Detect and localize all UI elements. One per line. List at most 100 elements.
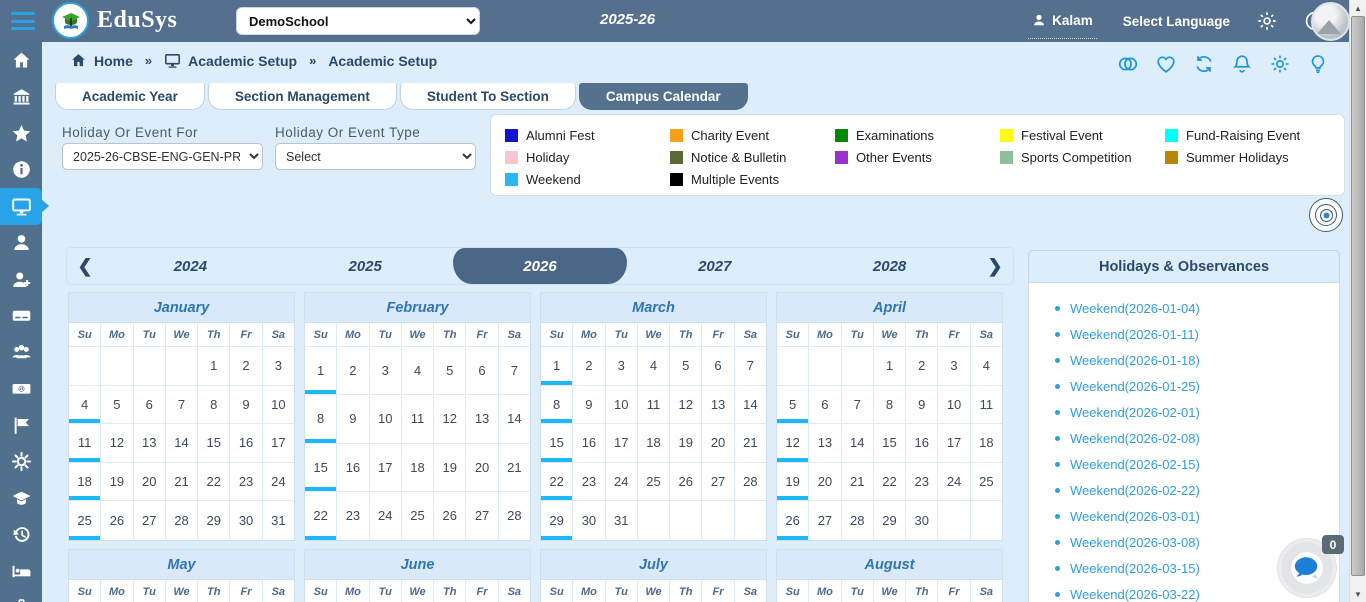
day-cell[interactable]: 27	[702, 463, 734, 502]
day-cell[interactable]: 21	[735, 424, 766, 463]
day-cell[interactable]: 3	[938, 347, 970, 386]
day-cell[interactable]: 10	[370, 395, 402, 443]
day-cell[interactable]: 5	[670, 347, 702, 386]
day-cell[interactable]: 9	[337, 395, 369, 443]
day-cell[interactable]: 19	[434, 444, 466, 492]
day-cell[interactable]	[777, 347, 809, 386]
day-cell[interactable]: 4	[638, 347, 670, 386]
day-cell[interactable]: 11	[971, 386, 1002, 425]
day-cell[interactable]: 14	[735, 386, 766, 425]
gear-icon[interactable]	[1269, 53, 1291, 75]
day-cell[interactable]: 18	[69, 463, 101, 502]
day-cell[interactable]: 10	[938, 386, 970, 425]
heart-icon[interactable]	[1155, 53, 1177, 75]
day-cell[interactable]: 21	[842, 463, 874, 502]
day-cell[interactable]	[134, 347, 166, 386]
day-cell[interactable]: 23	[230, 463, 262, 502]
day-cell[interactable]: 20	[809, 463, 841, 502]
day-cell[interactable]: 13	[809, 424, 841, 463]
day-cell[interactable]: 7	[166, 386, 198, 425]
day-cell[interactable]: 6	[466, 347, 498, 395]
day-cell[interactable]: 18	[971, 424, 1002, 463]
day-cell[interactable]	[735, 501, 766, 540]
sidebar-item-home[interactable]	[0, 42, 42, 79]
day-cell[interactable]	[702, 501, 734, 540]
day-cell[interactable]: 25	[402, 492, 434, 540]
day-cell[interactable]: 31	[606, 501, 638, 540]
day-cell[interactable]: 27	[809, 501, 841, 540]
event-for-select[interactable]: 2025-26-CBSE-ENG-GEN-PRIM	[62, 143, 263, 170]
day-cell[interactable]: 15	[198, 424, 230, 463]
day-cell[interactable]	[670, 501, 702, 540]
day-cell[interactable]	[101, 347, 133, 386]
day-cell[interactable]: 25	[69, 501, 101, 540]
year-tab-2027[interactable]: 2027	[627, 248, 802, 284]
sidebar-item-academics[interactable]	[0, 480, 42, 517]
day-cell[interactable]: 12	[434, 395, 466, 443]
day-cell[interactable]: 15	[305, 444, 337, 492]
day-cell[interactable]: 19	[670, 424, 702, 463]
year-tab-2028[interactable]: 2028	[802, 248, 977, 284]
day-cell[interactable]: 16	[906, 424, 938, 463]
day-cell[interactable]: 19	[101, 463, 133, 502]
day-cell[interactable]: 22	[874, 463, 906, 502]
day-cell[interactable]: 1	[874, 347, 906, 386]
day-cell[interactable]: 4	[69, 386, 101, 425]
day-cell[interactable]: 9	[573, 386, 605, 425]
holiday-link[interactable]: Weekend(2026-03-01)	[1055, 503, 1329, 529]
holiday-link[interactable]: Weekend(2026-02-22)	[1055, 477, 1329, 503]
sidebar-item-history[interactable]	[0, 517, 42, 554]
day-cell[interactable]: 5	[777, 386, 809, 425]
day-cell[interactable]: 15	[541, 424, 573, 463]
day-cell[interactable]: 8	[198, 386, 230, 425]
sidebar-item-id-cards[interactable]	[0, 298, 42, 335]
day-cell[interactable]: 28	[499, 492, 530, 540]
day-cell[interactable]: 2	[230, 347, 262, 386]
day-cell[interactable]: 23	[906, 463, 938, 502]
sidebar-item-students[interactable]	[0, 225, 42, 262]
sidebar-item-info[interactable]	[0, 152, 42, 189]
vertical-scrollbar[interactable]: ▲ ▼	[1349, 0, 1366, 602]
target-bullseye-icon[interactable]	[1309, 198, 1343, 232]
tab-campus-calendar[interactable]: Campus Calendar	[579, 83, 748, 110]
brand-logo[interactable]: EduSys	[52, 2, 177, 39]
day-cell[interactable]: 14	[166, 424, 198, 463]
day-cell[interactable]: 1	[198, 347, 230, 386]
holiday-link[interactable]: Weekend(2026-01-11)	[1055, 321, 1329, 347]
day-cell[interactable]: 8	[305, 395, 337, 443]
day-cell[interactable]	[809, 347, 841, 386]
next-year-arrow-icon[interactable]: ❯	[977, 248, 1013, 284]
scrollbar-thumb[interactable]	[1351, 16, 1365, 576]
day-cell[interactable]: 26	[777, 501, 809, 540]
sidebar-item-reports[interactable]	[0, 407, 42, 444]
day-cell[interactable]: 27	[466, 492, 498, 540]
day-cell[interactable]: 24	[263, 463, 294, 502]
day-cell[interactable]: 3	[263, 347, 294, 386]
day-cell[interactable]: 29	[874, 501, 906, 540]
hamburger-menu-icon[interactable]	[11, 12, 35, 30]
breadcrumb-item[interactable]: Academic Setup	[164, 52, 297, 69]
day-cell[interactable]: 10	[606, 386, 638, 425]
day-cell[interactable]: 17	[370, 444, 402, 492]
day-cell[interactable]: 21	[499, 444, 530, 492]
day-cell[interactable]	[69, 347, 101, 386]
day-cell[interactable]: 30	[906, 501, 938, 540]
holiday-link[interactable]: Weekend(2026-02-15)	[1055, 451, 1329, 477]
day-cell[interactable]: 17	[938, 424, 970, 463]
day-cell[interactable]: 10	[263, 386, 294, 425]
day-cell[interactable]: 7	[842, 386, 874, 425]
day-cell[interactable]: 18	[638, 424, 670, 463]
select-language-link[interactable]: Select Language	[1123, 14, 1230, 29]
day-cell[interactable]	[166, 347, 198, 386]
day-cell[interactable]: 2	[337, 347, 369, 395]
day-cell[interactable]: 16	[337, 444, 369, 492]
sidebar-item-settings[interactable]	[0, 444, 42, 481]
day-cell[interactable]: 20	[466, 444, 498, 492]
day-cell[interactable]: 5	[434, 347, 466, 395]
day-cell[interactable]: 11	[638, 386, 670, 425]
bell-icon[interactable]	[1231, 53, 1253, 75]
day-cell[interactable]: 13	[702, 386, 734, 425]
scroll-up-icon[interactable]: ▲	[1350, 0, 1366, 16]
day-cell[interactable]: 3	[370, 347, 402, 395]
day-cell[interactable]: 2	[573, 347, 605, 386]
